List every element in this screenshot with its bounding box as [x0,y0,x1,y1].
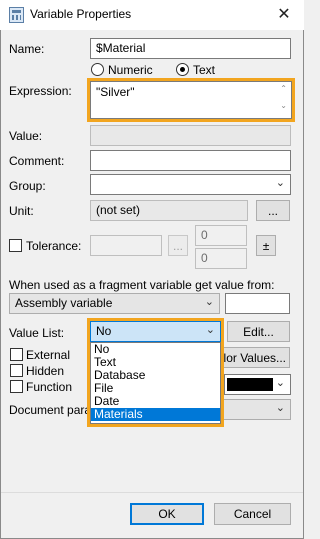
edit-button[interactable]: Edit... [227,321,290,342]
cancel-button[interactable]: Cancel [214,503,291,525]
chevron-down-icon: ⌄ [204,296,214,308]
fragment-label: When used as a fragment variable get val… [9,278,275,292]
hidden-label: Hidden [26,364,65,378]
fragment-source-value: Assembly variable [15,296,113,310]
value-field [90,125,291,146]
text-radio-label: Text [193,63,216,77]
tolerance-lower-field: 0 [195,248,247,269]
fragment-extra-field[interactable] [225,293,290,314]
plus-minus-button[interactable]: ± [256,235,276,256]
color-swatch [227,378,273,391]
tolerance-browse-button[interactable]: ... [168,235,188,256]
numeric-radio[interactable] [91,63,104,76]
fragment-source-combo[interactable]: Assembly variable ⌄ [9,293,220,314]
calculator-icon [9,7,24,23]
ok-button[interactable]: OK [130,503,204,525]
footer-divider [1,492,303,493]
chevron-down-icon: ⌄ [275,177,285,189]
external-checkbox[interactable] [10,348,23,361]
unit-browse-button[interactable]: ... [256,200,290,221]
name-label: Name: [9,42,45,56]
value-list-dropdown: No Text Database File Date Materials [90,342,221,424]
tolerance-field [90,235,162,256]
document-parameter-label: Document parameter: [9,403,89,417]
chevron-down-icon: ⌄ [275,377,285,389]
chevron-down-icon: ⌄ [275,402,285,414]
group-combo[interactable]: ⌄ [90,174,291,195]
name-field[interactable]: $Material [90,38,291,59]
tolerance-label: Tolerance: [26,239,82,253]
group-label: Group: [9,179,46,193]
expression-label: Expression: [9,84,72,98]
unit-field: (not set) [90,200,248,221]
color-combo[interactable]: ⌄ [224,374,291,395]
function-label: Function [26,380,73,394]
comment-label: Comment: [9,154,65,168]
external-label: External [26,348,71,362]
value-list-label: Value List: [9,326,65,340]
tolerance-upper-field: 0 [195,225,247,246]
numeric-radio-label: Numeric [108,63,153,77]
value-label: Value: [9,129,43,143]
hidden-checkbox[interactable] [10,364,23,377]
expression-highlight [87,78,295,122]
unit-label: Unit: [9,204,34,218]
close-icon[interactable]: ✕ [270,3,298,27]
tolerance-checkbox[interactable] [9,239,22,252]
function-checkbox[interactable] [10,380,23,393]
comment-field[interactable] [90,150,291,171]
text-radio[interactable] [176,63,189,76]
window-title: Variable Properties [30,7,132,21]
dropdown-option-selected[interactable]: Materials [91,408,220,421]
